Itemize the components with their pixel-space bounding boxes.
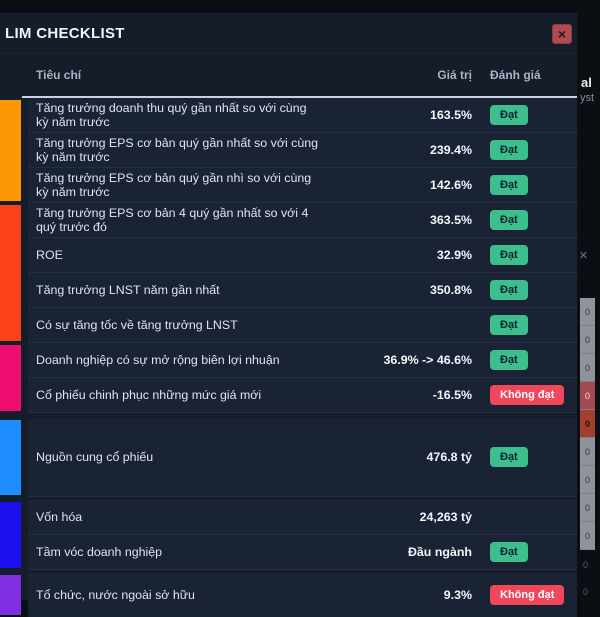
fail-badge: Không đạt xyxy=(490,385,565,405)
modal-titlebar: LIM CHECKLIST × xyxy=(0,13,577,54)
background-cell: 0 xyxy=(580,326,595,354)
pass-badge: Đạt xyxy=(490,210,528,230)
checklist-groups: Tăng trưởng doanh thu quý gần nhất so vớ… xyxy=(0,98,577,617)
checklist-group: Vốn hóa 24,263 tỷ Tầm vóc doanh nghiệp Đầu … xyxy=(0,500,577,570)
pass-badge: Đạt xyxy=(490,105,528,125)
pass-badge: Đạt xyxy=(490,350,528,370)
checklist-group: Tổ chức, nước ngoài sở hữu 9.3% Không đạt xyxy=(0,573,577,617)
criteria-label: Tăng trưởng EPS cơ bản 4 quý gần nhất so… xyxy=(36,206,309,234)
category-color-bar xyxy=(0,502,21,568)
column-header-rating: Đánh giá xyxy=(490,68,541,82)
rating-cell: Đạt xyxy=(472,280,577,300)
background-table-column: 000000000 xyxy=(580,298,595,550)
background-cell: 0 xyxy=(580,522,595,550)
criteria-value: 142.6% xyxy=(429,178,472,192)
criteria-value: 24,263 tỷ xyxy=(419,510,472,524)
criteria-label: Tăng trưởng EPS cơ bản quý gần nhì so vớ… xyxy=(36,171,312,199)
checklist-group: Tăng trưởng doanh thu quý gần nhất so vớ… xyxy=(0,98,577,203)
background-cell: 0 xyxy=(580,494,595,522)
rating-cell: Đạt xyxy=(472,315,577,335)
criteria-label: Tầm vóc doanh nghiệp xyxy=(36,545,163,559)
criteria-value: 163.5% xyxy=(429,108,472,122)
criteria-value: 350.8% xyxy=(429,283,472,297)
criteria-value: -16.5% xyxy=(432,388,472,402)
background-close-icon: × xyxy=(579,247,588,264)
rating-cell: Đạt xyxy=(472,140,577,160)
checklist-row: Tăng trưởng EPS cơ bản quý gần nhất so v… xyxy=(28,133,577,168)
pass-badge: Đạt xyxy=(490,447,528,467)
pass-badge: Đạt xyxy=(490,280,528,300)
background-text-fragment: al xyxy=(581,75,592,90)
criteria-label: ROE xyxy=(36,248,63,262)
criteria-label: Có sự tăng tốc về tăng trưởng LNST xyxy=(36,318,238,332)
rating-cell: Đạt xyxy=(472,210,577,230)
criteria-label: Vốn hóa xyxy=(36,510,83,524)
pass-badge: Đạt xyxy=(490,542,528,562)
fail-badge: Không đạt xyxy=(490,585,565,605)
criteria-value: 363.5% xyxy=(429,213,472,227)
column-header-value: Giá trị xyxy=(437,68,472,82)
category-color-bar xyxy=(0,575,21,615)
checklist-row: Doanh nghiệp có sự mở rộng biên lợi nhuậ… xyxy=(28,343,577,378)
category-color-bar xyxy=(0,420,21,495)
category-color-bar xyxy=(0,100,21,201)
criteria-label: Doanh nghiệp có sự mở rộng biên lợi nhuậ… xyxy=(36,353,280,367)
background-cell: 0 xyxy=(580,382,595,410)
checklist-row: Tăng trưởng LNST năm gần nhất 350.8% Đạt xyxy=(28,273,577,308)
checklist-row: Cổ phiếu chinh phục những mức giá mới -16… xyxy=(28,378,577,413)
criteria-value: Đầu ngành xyxy=(407,545,472,559)
background-cell-faint: 0 xyxy=(583,560,589,570)
background-text-fragment-2: yst xyxy=(580,92,595,104)
criteria-value: 32.9% xyxy=(436,248,472,262)
close-icon: × xyxy=(557,26,567,42)
rating-cell: Đạt xyxy=(472,542,577,562)
pass-badge: Đạt xyxy=(490,175,528,195)
criteria-label: Tăng trưởng LNST năm gần nhất xyxy=(36,283,220,297)
modal-title: LIM CHECKLIST xyxy=(5,24,125,42)
category-color-bar xyxy=(0,205,21,341)
rating-cell: Đạt xyxy=(472,105,577,125)
checklist-row: Tăng trưởng EPS cơ bản 4 quý gần nhất so… xyxy=(28,203,577,238)
checklist-row: Nguồn cung cổ phiếu 476.8 tỷ Đạt xyxy=(28,418,577,497)
close-button[interactable]: × xyxy=(552,24,572,44)
category-color-bar xyxy=(0,345,21,411)
rating-cell: Không đạt xyxy=(472,385,577,405)
rating-cell: Không đạt xyxy=(472,585,577,605)
background-cell: 0 xyxy=(580,438,595,466)
rating-cell: Đạt xyxy=(472,175,577,195)
background-cell: 0 xyxy=(580,466,595,494)
criteria-label: Tăng trưởng EPS cơ bản quý gần nhất so v… xyxy=(36,136,319,164)
background-cell: 0 xyxy=(580,410,595,438)
checklist-row: ROE 32.9% Đạt xyxy=(28,238,577,273)
checklist-row: Tăng trưởng EPS cơ bản quý gần nhì so vớ… xyxy=(28,168,577,203)
criteria-value: 239.4% xyxy=(429,143,472,157)
checklist-row: Tổ chức, nước ngoài sở hữu 9.3% Không đạt xyxy=(28,573,577,617)
checklist-row: Tăng trưởng doanh thu quý gần nhất so vớ… xyxy=(28,98,577,133)
checklist-row: Có sự tăng tốc về tăng trưởng LNST Đạt xyxy=(28,308,577,343)
rating-cell: Đạt xyxy=(472,350,577,370)
checklist-modal: LIM CHECKLIST × Tiêu chí Giá trị Đánh gi… xyxy=(0,13,577,617)
checklist-row: Vốn hóa 24,263 tỷ xyxy=(28,500,577,535)
rating-cell: Đạt xyxy=(472,447,577,467)
background-cell: 0 xyxy=(580,298,595,326)
criteria-value: 476.8 tỷ xyxy=(426,450,472,464)
checklist-row: Tầm vóc doanh nghiệp Đầu ngành Đạt xyxy=(28,535,577,570)
pass-badge: Đạt xyxy=(490,245,528,265)
pass-badge: Đạt xyxy=(490,315,528,335)
rating-cell: Đạt xyxy=(472,245,577,265)
checklist-group: Tăng trưởng EPS cơ bản 4 quý gần nhất so… xyxy=(0,203,577,343)
pass-badge: Đạt xyxy=(490,140,528,160)
background-cell-faint: 0 xyxy=(583,587,589,597)
criteria-label: Tăng trưởng doanh thu quý gần nhất so vớ… xyxy=(36,101,307,129)
table-header: Tiêu chí Giá trị Đánh giá xyxy=(22,54,577,98)
criteria-value: 36.9% -> 46.6% xyxy=(383,353,472,367)
criteria-label: Nguồn cung cổ phiếu xyxy=(36,450,154,464)
checklist-group: Doanh nghiệp có sự mở rộng biên lợi nhuậ… xyxy=(0,343,577,413)
background-page-strip: al yst × 000000000 00 xyxy=(577,0,600,600)
column-header-criteria: Tiêu chí xyxy=(36,68,82,82)
checklist-group: Nguồn cung cổ phiếu 476.8 tỷ Đạt xyxy=(0,418,577,497)
criteria-label: Cổ phiếu chinh phục những mức giá mới xyxy=(36,388,262,402)
background-cell: 0 xyxy=(580,354,595,382)
